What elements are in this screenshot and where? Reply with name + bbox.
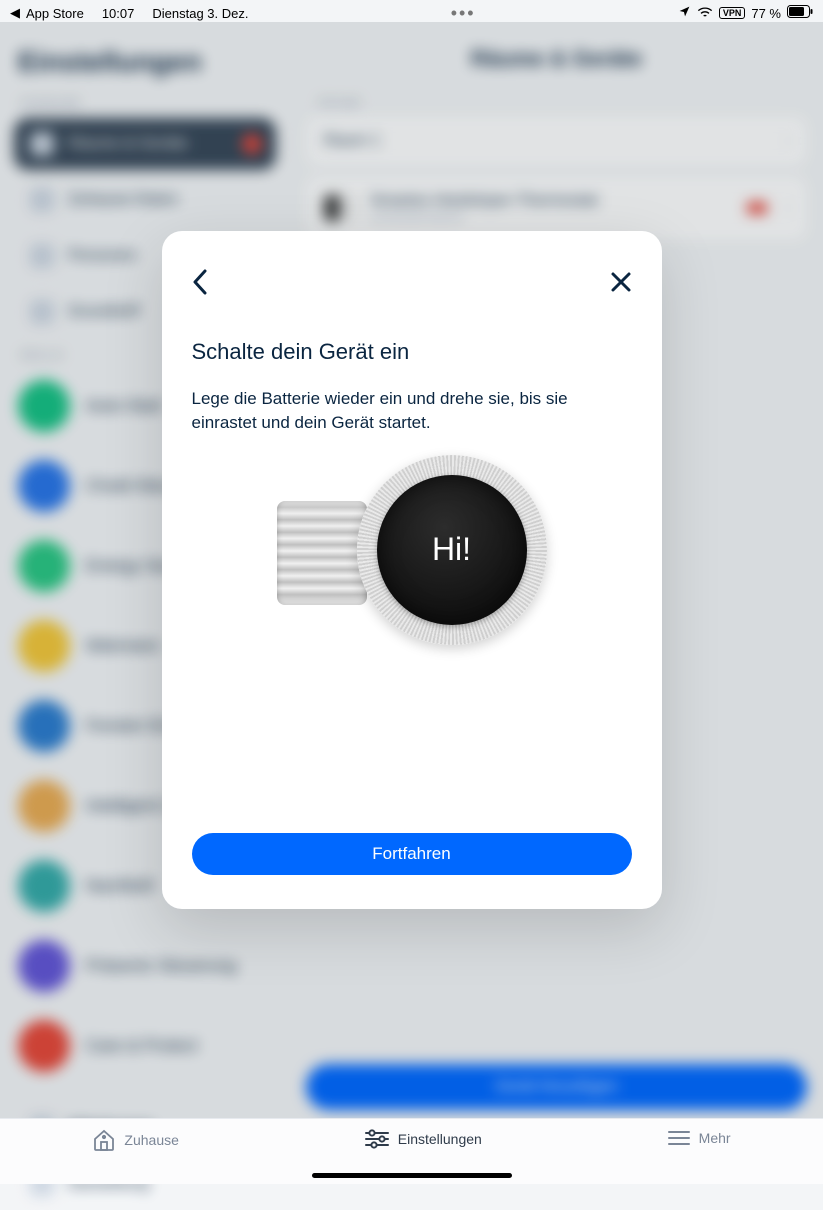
back-to-app-icon[interactable]: ◀	[10, 5, 20, 21]
tab-bar: Zuhause Einstellungen Mehr	[0, 1118, 823, 1184]
vpn-badge: VPN	[719, 7, 746, 19]
back-to-app-label[interactable]: App Store	[26, 6, 84, 21]
status-bar: ◀ App Store 10:07 Dienstag 3. Dez. ••• V…	[0, 0, 823, 22]
tab-settings[interactable]: Einstellungen	[364, 1129, 482, 1149]
wifi-icon	[697, 6, 713, 21]
location-icon	[678, 5, 691, 21]
continue-button[interactable]: Fortfahren	[192, 833, 632, 875]
tab-more[interactable]: Mehr	[667, 1129, 731, 1147]
battery-icon	[787, 5, 813, 21]
status-time: 10:07	[102, 6, 135, 21]
tab-label: Zuhause	[124, 1132, 178, 1148]
dial-text: Hi!	[432, 531, 471, 568]
house-icon	[92, 1129, 116, 1151]
sliders-icon	[364, 1129, 390, 1149]
tab-label: Einstellungen	[398, 1131, 482, 1147]
home-indicator[interactable]	[312, 1173, 512, 1178]
device-illustration: Hi!	[192, 435, 632, 833]
modal-close-button[interactable]	[610, 271, 632, 293]
multitask-dots-icon[interactable]: •••	[451, 3, 476, 24]
thermostat-dial-face: Hi!	[377, 475, 527, 625]
thermostat-dial-ring: Hi!	[357, 455, 547, 645]
modal-title: Schalte dein Gerät ein	[192, 339, 632, 365]
status-date: Dienstag 3. Dez.	[152, 6, 248, 21]
tab-label: Mehr	[699, 1130, 731, 1146]
menu-icon	[667, 1129, 691, 1147]
modal-overlay: Schalte dein Gerät ein Lege die Batterie…	[0, 22, 823, 1118]
tab-home[interactable]: Zuhause	[92, 1129, 178, 1151]
battery-percent: 77 %	[751, 6, 781, 21]
setup-modal: Schalte dein Gerät ein Lege die Batterie…	[162, 231, 662, 909]
battery-cylinder-graphic	[277, 501, 367, 605]
modal-body: Lege die Batterie wieder ein und drehe s…	[192, 387, 632, 435]
modal-back-button[interactable]	[192, 269, 208, 295]
